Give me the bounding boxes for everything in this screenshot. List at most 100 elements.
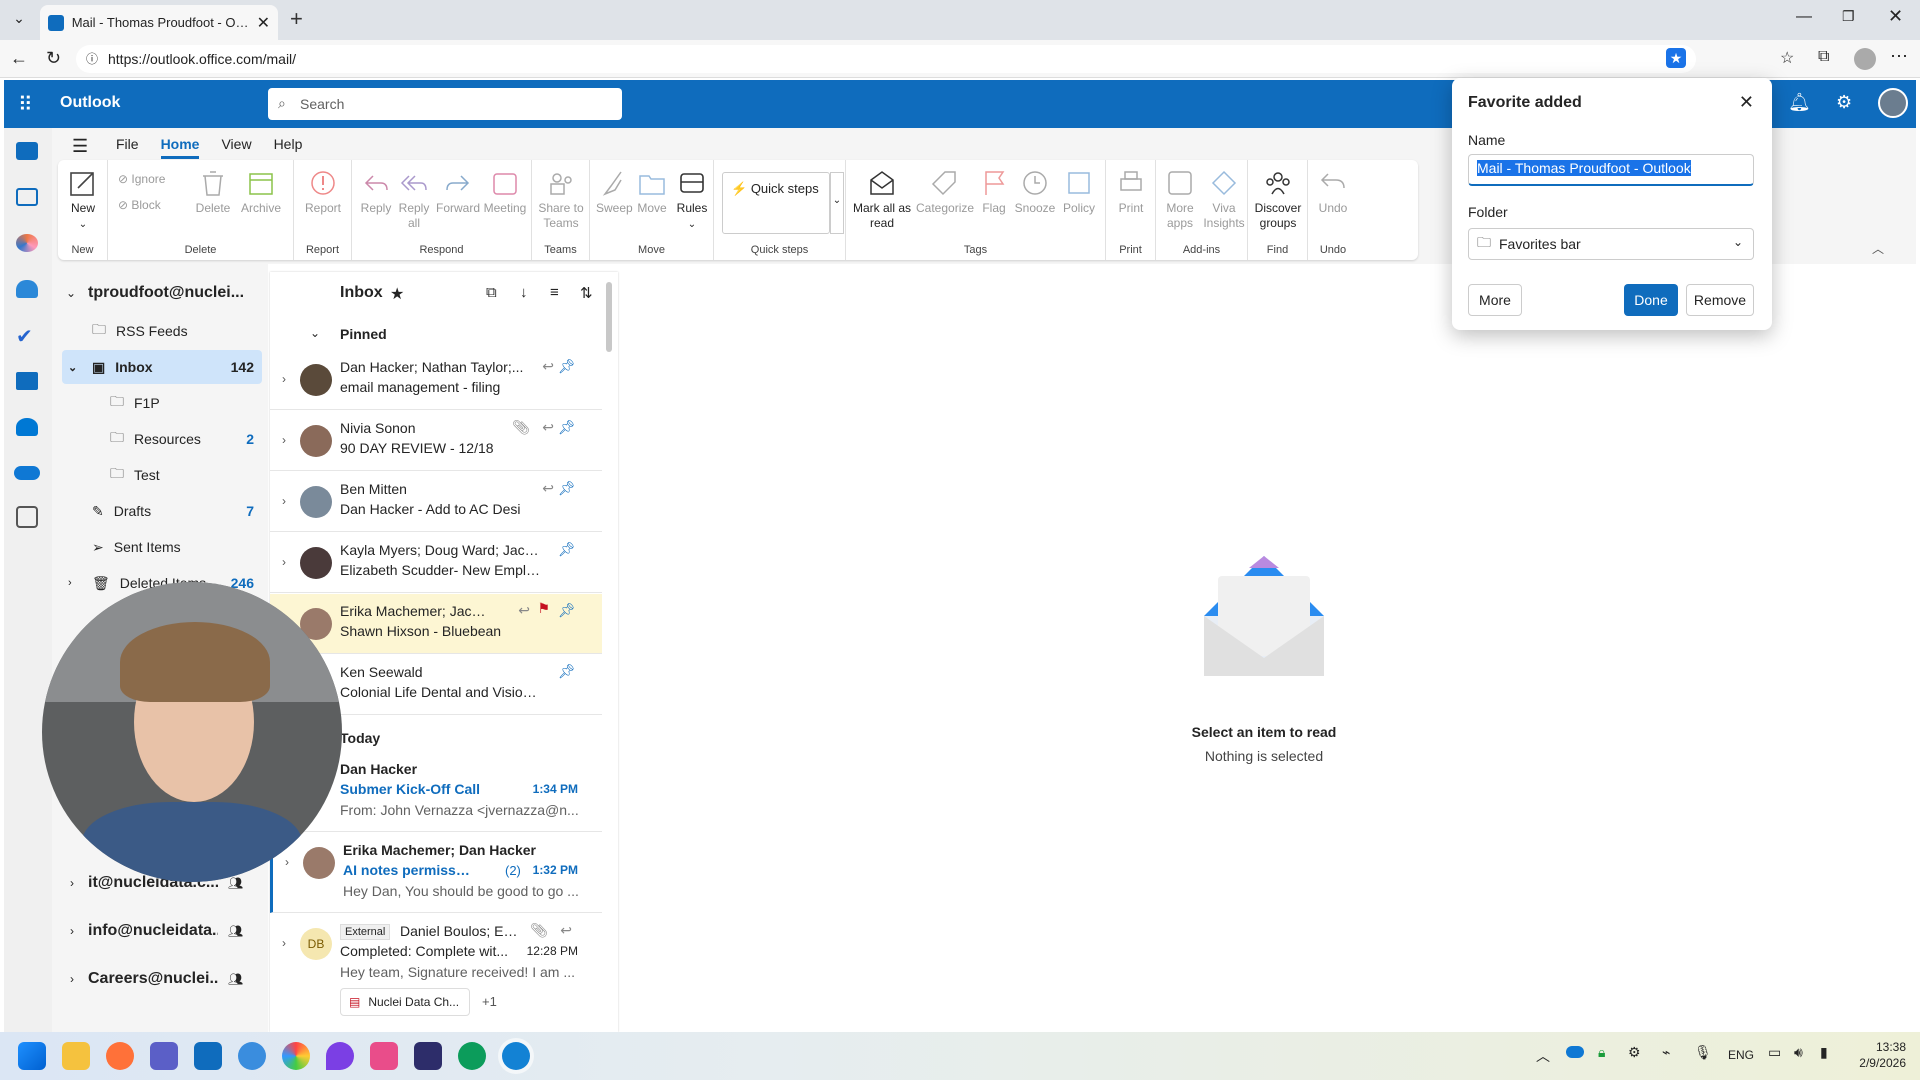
- sweep-button[interactable]: Sweep: [596, 168, 633, 216]
- expand-chevron-icon[interactable]: ›: [70, 876, 74, 890]
- viva-insights-button[interactable]: Viva Insights: [1202, 168, 1246, 231]
- group-mailbox-careers[interactable]: Careers@nuclei...: [88, 970, 218, 988]
- browser-menu-icon[interactable]: ⋯: [1890, 46, 1908, 67]
- restore-icon[interactable]: ❐: [1842, 8, 1855, 25]
- folder-drafts[interactable]: ✎ Drafts 7: [62, 494, 262, 528]
- name-field[interactable]: Mail - Thomas Proudfoot - Outlook: [1468, 154, 1754, 186]
- firefox-icon[interactable]: [106, 1042, 134, 1070]
- onedrive-tray-icon[interactable]: [1566, 1046, 1584, 1058]
- group-mailbox-info[interactable]: info@nucleidata....: [88, 922, 218, 940]
- battery-icon[interactable]: ▮: [1820, 1044, 1828, 1061]
- user-avatar[interactable]: [1878, 88, 1908, 118]
- list-item[interactable]: › Erika Machemer; Dan Hacker AI notes pe…: [270, 833, 602, 913]
- inbox-chevron-icon[interactable]: ⌄: [68, 361, 77, 374]
- tab-view[interactable]: View: [221, 136, 251, 159]
- report-button[interactable]: Report: [302, 168, 344, 216]
- calendar-icon[interactable]: [16, 188, 38, 206]
- edge-icon[interactable]: [502, 1042, 530, 1070]
- favorite-star-icon[interactable]: ★: [1666, 48, 1686, 68]
- print-button[interactable]: Print: [1112, 168, 1150, 216]
- list-item[interactable]: › Dan Hacker; Nathan Taylor;... email ma…: [270, 350, 602, 410]
- bookings-icon[interactable]: [16, 372, 38, 390]
- account-name[interactable]: tproudfoot@nuclei...: [88, 284, 258, 302]
- people-icon[interactable]: [16, 280, 38, 298]
- pin-icon[interactable]: 📌︎: [558, 358, 576, 374]
- tab-list-icon[interactable]: ⌄: [8, 10, 30, 30]
- security-tray-icon[interactable]: 🔒︎: [1598, 1044, 1605, 1061]
- edge-dev-icon[interactable]: [458, 1042, 486, 1070]
- jump-to-icon[interactable]: ↓: [520, 284, 528, 301]
- folder-rss-feeds[interactable]: 🗀 RSS Feeds: [62, 314, 262, 348]
- browser-tab[interactable]: Mail - Thomas Proudfoot - Outlook ✕: [40, 5, 278, 40]
- hamburger-menu-icon[interactable]: ☰: [72, 136, 88, 157]
- flag-button[interactable]: Flag: [976, 168, 1012, 216]
- select-mode-icon[interactable]: ⧉: [486, 284, 497, 301]
- notification-bell-icon[interactable]: 🔔︎: [1788, 92, 1811, 113]
- more-apps-button[interactable]: More apps: [1160, 168, 1200, 231]
- file-explorer-icon[interactable]: [62, 1042, 90, 1070]
- expand-chevron-icon[interactable]: ›: [70, 972, 74, 986]
- categorize-button[interactable]: Categorize: [916, 168, 974, 216]
- teams-icon[interactable]: [150, 1042, 178, 1070]
- volume-icon[interactable]: 🔊︎: [1794, 1044, 1803, 1061]
- scrollbar[interactable]: [606, 282, 612, 352]
- snipping-icon[interactable]: [370, 1042, 398, 1070]
- expand-chevron-icon[interactable]: ›: [282, 433, 286, 447]
- favorite-star-icon[interactable]: ★: [390, 284, 404, 304]
- browser-app-icon[interactable]: [238, 1042, 266, 1070]
- close-icon[interactable]: ✕: [1739, 92, 1754, 113]
- microphone-icon[interactable]: 🎙︎: [1694, 1044, 1712, 1061]
- display-icon[interactable]: ▭: [1768, 1044, 1781, 1061]
- pinned-chevron-icon[interactable]: ⌄: [310, 326, 320, 340]
- search-input[interactable]: ⌕ Search: [268, 88, 622, 120]
- obsidian-icon[interactable]: [414, 1042, 442, 1070]
- window-close-icon[interactable]: ✕: [1888, 6, 1903, 27]
- expand-chevron-icon[interactable]: ›: [282, 494, 286, 508]
- folder-test[interactable]: 🗀 Test: [62, 458, 262, 492]
- reply-button[interactable]: Reply: [358, 168, 394, 216]
- ribbon-collapse-icon[interactable]: ︿: [1872, 240, 1884, 257]
- block-button[interactable]: ⊘ Block: [118, 198, 178, 213]
- clock-date[interactable]: 2/9/2026: [1846, 1056, 1906, 1070]
- policy-button[interactable]: Policy: [1058, 168, 1100, 216]
- settings-gear-icon[interactable]: ⚙: [1836, 92, 1852, 113]
- pin-icon[interactable]: 📌︎: [558, 663, 576, 679]
- mail-icon[interactable]: [16, 142, 38, 160]
- pin-icon[interactable]: 📌︎: [558, 541, 576, 557]
- language-indicator[interactable]: ENG: [1728, 1048, 1754, 1062]
- list-item[interactable]: › DB External Daniel Boulos; Eri... 📎︎ ↩…: [270, 914, 602, 1032]
- copilot-icon[interactable]: [16, 234, 38, 252]
- attachment-chip[interactable]: ▤ Nuclei Data Ch...: [340, 988, 470, 1016]
- folder-select[interactable]: 🗀 Favorites bar ⌄: [1468, 228, 1754, 260]
- onedrive-icon[interactable]: [14, 466, 40, 480]
- discover-groups-button[interactable]: Discover groups: [1252, 168, 1304, 231]
- site-info-icon[interactable]: ⓘ: [86, 50, 98, 67]
- todo-icon[interactable]: ✔: [16, 324, 33, 349]
- folder-f1p[interactable]: 🗀 F1P: [62, 386, 262, 420]
- undo-button[interactable]: Undo: [1314, 168, 1352, 216]
- ignore-button[interactable]: ⊘ Ignore: [118, 172, 178, 187]
- account-chevron-icon[interactable]: ⌄: [66, 286, 76, 300]
- quick-steps-box[interactable]: ⚡ Quick steps: [722, 172, 830, 234]
- mark-all-read-button[interactable]: Mark all as read: [850, 168, 914, 231]
- more-apps-icon[interactable]: [16, 506, 38, 528]
- expand-chevron-icon[interactable]: ›: [70, 924, 74, 938]
- tray-overflow-icon[interactable]: ︿: [1536, 1046, 1550, 1066]
- profile-icon[interactable]: [1854, 48, 1876, 70]
- rules-button[interactable]: Rules ⌄: [674, 168, 710, 232]
- tab-home[interactable]: Home: [160, 136, 200, 159]
- app-launcher-icon[interactable]: ⠿: [18, 92, 33, 117]
- quick-steps-dropdown[interactable]: ⌄: [830, 172, 844, 234]
- tab-close-icon[interactable]: ✕: [257, 13, 270, 33]
- expand-chevron-icon[interactable]: ›: [282, 936, 286, 950]
- pin-icon[interactable]: 📌︎: [558, 602, 576, 618]
- m365-icon[interactable]: [194, 1042, 222, 1070]
- teams-tray-icon[interactable]: ⚙: [1628, 1044, 1641, 1061]
- usb-tray-icon[interactable]: ⌁: [1662, 1044, 1670, 1061]
- forward-button[interactable]: Forward: [436, 168, 480, 216]
- sort-icon[interactable]: ⇅: [580, 284, 593, 302]
- minimize-icon[interactable]: —: [1796, 8, 1812, 26]
- back-icon[interactable]: ←: [10, 48, 28, 69]
- more-button[interactable]: More: [1468, 284, 1522, 316]
- org-explorer-icon[interactable]: [16, 418, 38, 436]
